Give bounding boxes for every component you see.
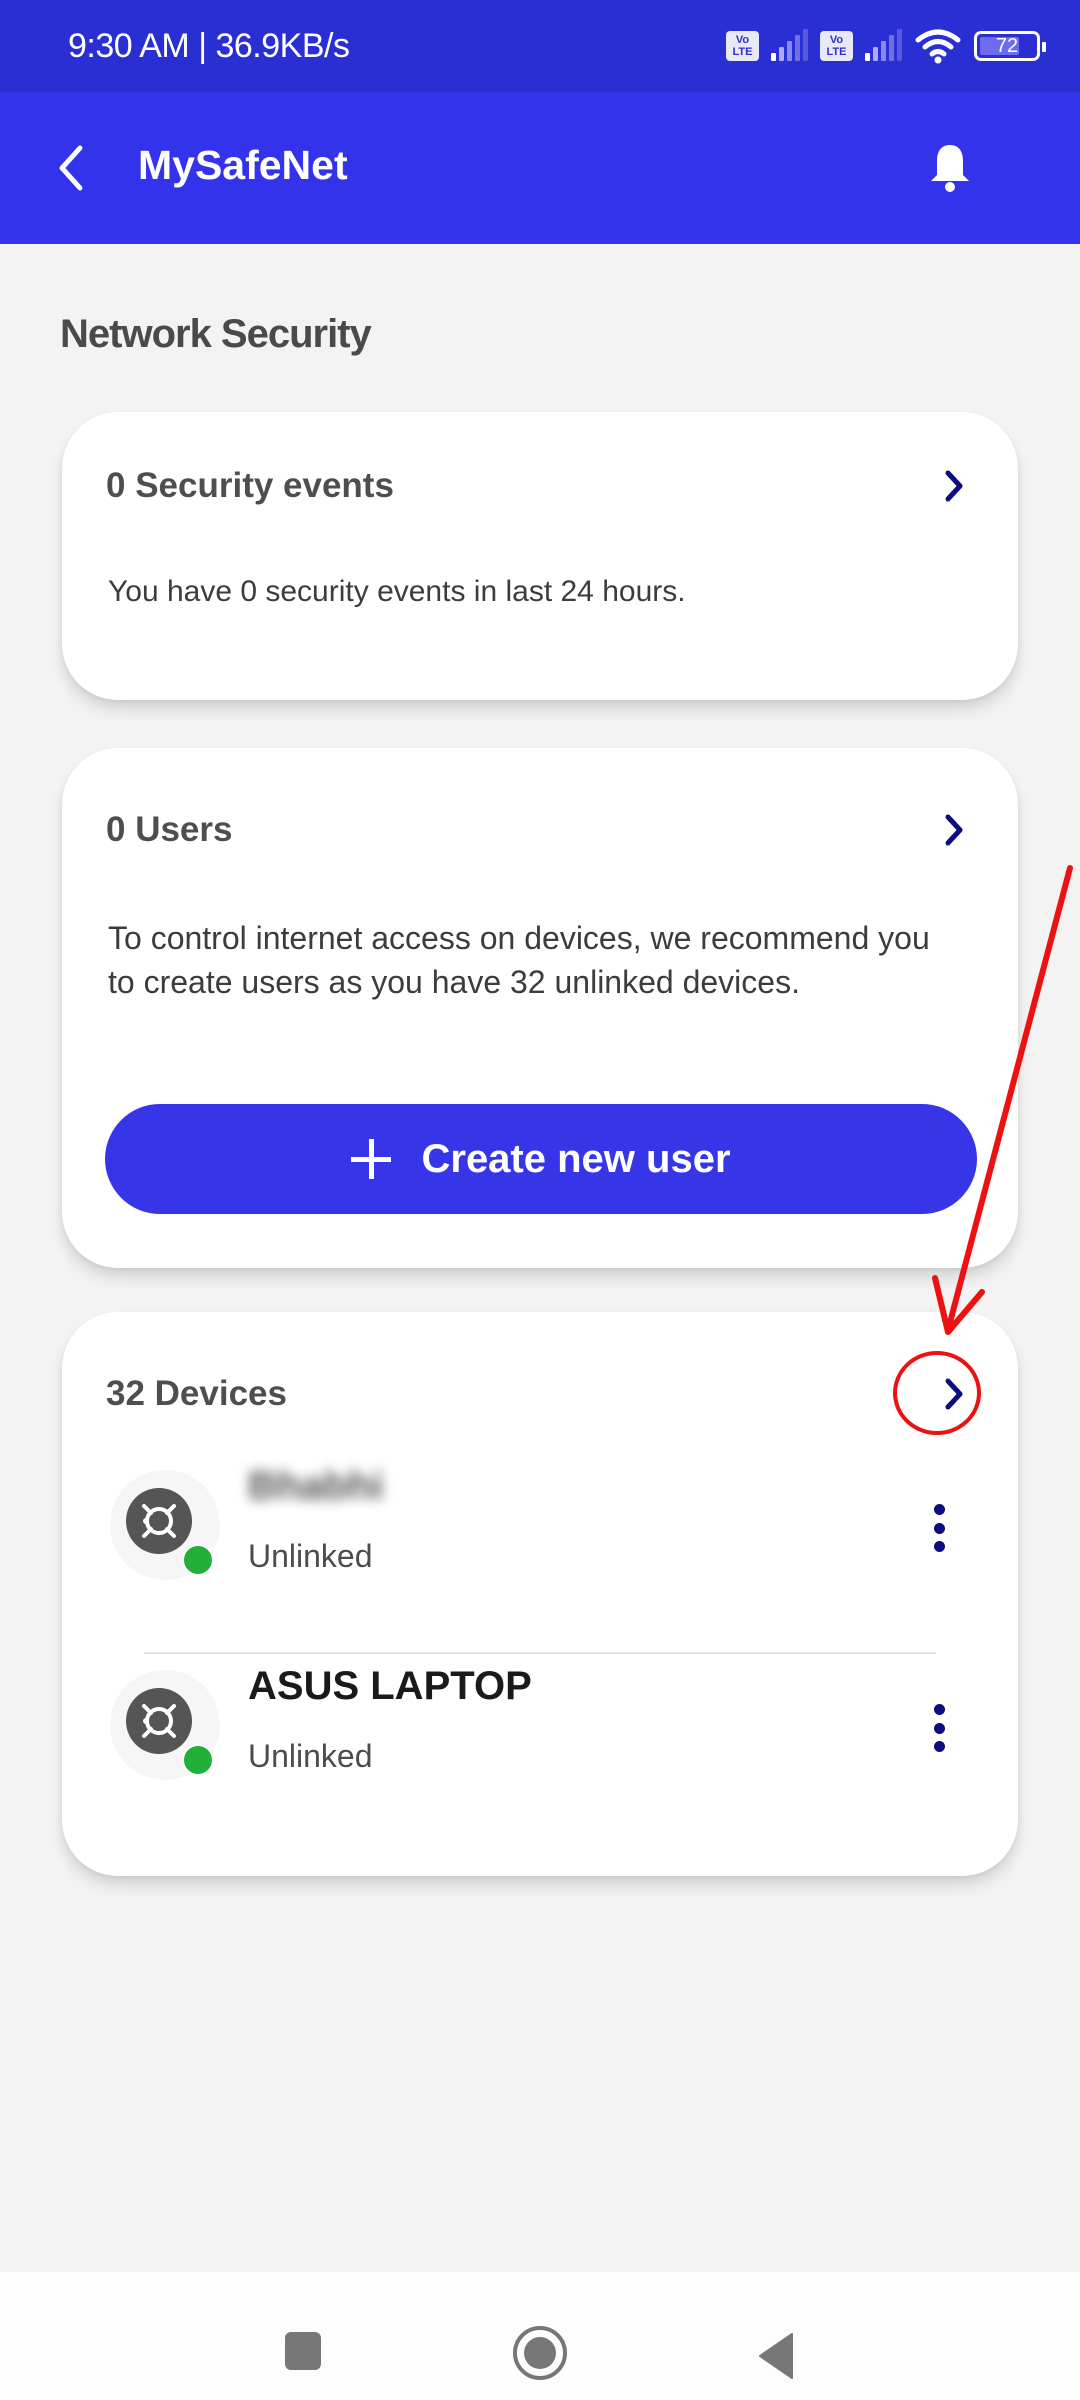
create-new-user-button[interactable]: Create new user xyxy=(105,1104,977,1214)
device-generic-icon xyxy=(126,1688,192,1754)
device-more-button[interactable] xyxy=(924,1498,954,1558)
devices-card: 32 Devices Bhabhi Unlinked ASUS LAPTOP U… xyxy=(62,1312,1018,1876)
home-circle-icon xyxy=(513,2326,567,2380)
device-list-item[interactable]: ASUS LAPTOP Unlinked xyxy=(62,1662,1018,1852)
security-events-description: You have 0 security events in last 24 ho… xyxy=(108,575,686,608)
security-events-title: 0 Security events xyxy=(106,466,394,505)
kebab-dot xyxy=(933,1741,945,1752)
volte-icon: Vo LTE xyxy=(820,31,853,61)
home-button[interactable] xyxy=(511,2324,569,2387)
chevron-left-icon xyxy=(59,145,83,191)
security-events-card[interactable]: 0 Security events You have 0 security ev… xyxy=(62,412,1018,700)
battery-icon: 72 xyxy=(974,31,1046,61)
kebab-dot xyxy=(933,1504,945,1515)
online-status-dot xyxy=(182,1744,214,1776)
kebab-dot xyxy=(933,1722,945,1734)
wifi-icon xyxy=(915,29,961,64)
users-open-button[interactable] xyxy=(934,810,974,850)
recents-button[interactable] xyxy=(283,2330,323,2377)
system-nav-bar xyxy=(0,2272,1080,2400)
devices-open-button[interactable] xyxy=(934,1374,974,1414)
volte-bottom-label: LTE xyxy=(732,46,753,58)
device-generic-icon xyxy=(126,1488,192,1554)
device-divider xyxy=(144,1652,936,1654)
kebab-dot xyxy=(933,1541,945,1552)
triangle-back-icon xyxy=(759,2333,793,2379)
app-bar: MySafeNet xyxy=(0,92,1080,244)
security-events-open-button[interactable] xyxy=(934,466,974,506)
device-name: ASUS LAPTOP xyxy=(248,1664,532,1708)
device-name: Bhabhi xyxy=(248,1464,384,1508)
signal-icon xyxy=(771,29,808,61)
users-title: 0 Users xyxy=(106,810,233,849)
device-more-button[interactable] xyxy=(924,1698,954,1758)
devices-title: 32 Devices xyxy=(106,1374,287,1413)
chevron-right-icon xyxy=(945,814,963,846)
signal-icon xyxy=(865,29,902,61)
back-nav-button[interactable] xyxy=(756,2332,796,2385)
users-card: 0 Users To control internet access on de… xyxy=(62,748,1018,1268)
volte-icon: Vo LTE xyxy=(726,31,759,61)
notifications-button[interactable] xyxy=(920,137,980,197)
bell-icon xyxy=(931,145,969,192)
back-button[interactable] xyxy=(50,142,94,194)
kebab-dot xyxy=(933,1522,945,1534)
device-status: Unlinked xyxy=(248,1538,373,1574)
device-avatar xyxy=(110,1470,220,1580)
volte-bottom-label: LTE xyxy=(826,46,847,58)
device-avatar xyxy=(110,1670,220,1780)
square-icon xyxy=(285,2332,321,2370)
volte-top-label: Vo xyxy=(735,34,750,46)
online-status-dot xyxy=(182,1544,214,1576)
kebab-dot xyxy=(933,1704,945,1715)
chevron-right-icon xyxy=(945,1378,963,1410)
plus-icon xyxy=(351,1139,392,1179)
section-title: Network Security xyxy=(60,312,372,356)
status-bar: 9:30 AM | 36.9KB/s Vo LTE Vo LTE 72 xyxy=(0,0,1080,92)
device-status: Unlinked xyxy=(248,1738,373,1774)
users-description: To control internet access on devices, w… xyxy=(108,920,930,1000)
status-icons: Vo LTE Vo LTE 72 xyxy=(726,26,1046,66)
status-time-speed: 9:30 AM | 36.9KB/s xyxy=(68,26,350,65)
battery-level: 72 xyxy=(995,34,1019,57)
volte-top-label: Vo xyxy=(829,34,844,46)
create-new-user-label: Create new user xyxy=(421,1136,731,1181)
app-title: MySafeNet xyxy=(138,142,348,188)
chevron-right-icon xyxy=(945,470,963,502)
device-list-item[interactable]: Bhabhi Unlinked xyxy=(62,1462,1018,1652)
